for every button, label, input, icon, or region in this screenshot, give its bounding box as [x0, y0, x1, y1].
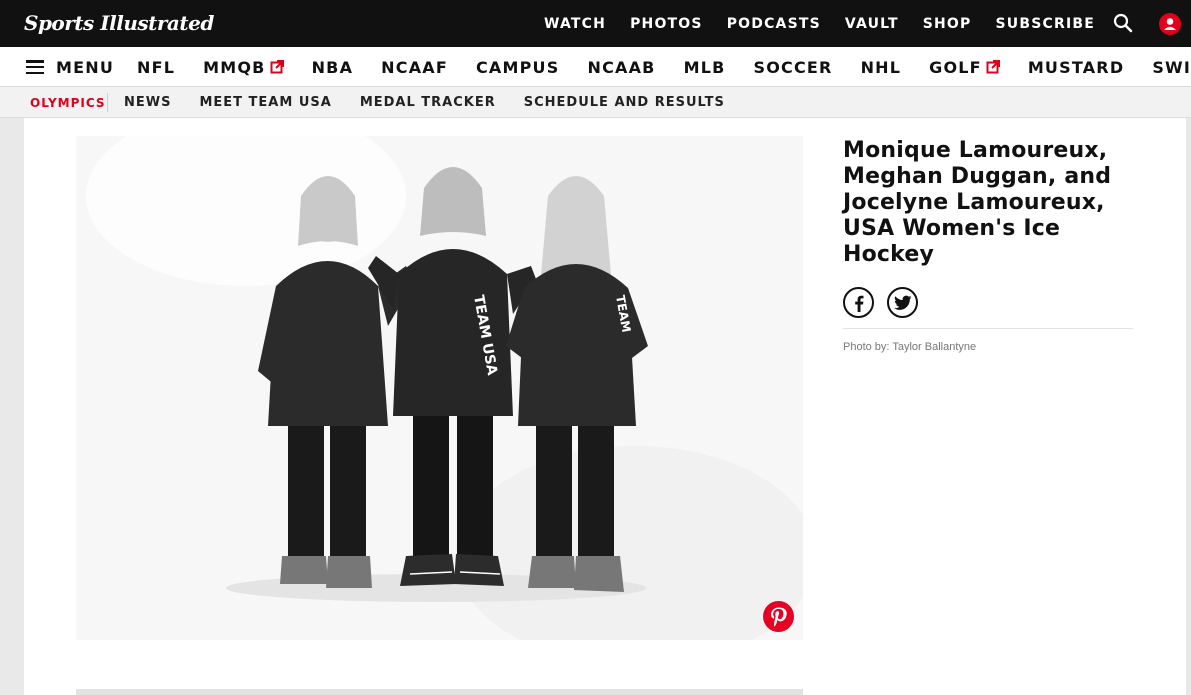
main-nav: MENU NFL MMQB NBA NCAAF CAMPUS NCAAB MLB… [0, 47, 1191, 87]
nav-item-label: MMQB [203, 57, 266, 77]
nav-item-mustard[interactable]: MUSTARD [1028, 58, 1125, 77]
subnav-item-news[interactable]: NEWS [124, 95, 171, 110]
menu-button[interactable]: MENU [26, 56, 114, 78]
facebook-icon[interactable] [843, 287, 874, 318]
olympics-subnav: OLYMPICS NEWS MEET TEAM USA MEDAL TRACKE… [0, 87, 1191, 118]
nav-item-label: MLB [683, 57, 726, 77]
photo-caption-title: Monique Lamoureux, Meghan Duggan, and Jo… [843, 138, 1112, 267]
nav-item-golf[interactable]: GOLF [929, 58, 1000, 77]
nav-item-ncaab[interactable]: NCAAB [587, 58, 655, 77]
site-logo[interactable]: Sports Illustrated [24, 11, 214, 35]
subnav-item-medal-tracker[interactable]: MEDAL TRACKER [360, 95, 496, 110]
nav-item-nba[interactable]: NBA [312, 58, 354, 77]
share-buttons [843, 287, 1133, 318]
nav-item-label: NBA [311, 57, 354, 77]
subnav-section-olympics[interactable]: OLYMPICS [30, 96, 106, 110]
top-bar: Sports Illustrated WATCH PHOTOS PODCASTS… [0, 0, 1191, 47]
subnav-items: NEWS MEET TEAM USA MEDAL TRACKER SCHEDUL… [124, 87, 725, 118]
topnav-photos[interactable]: PHOTOS [630, 16, 703, 32]
nav-item-campus[interactable]: CAMPUS [476, 58, 560, 77]
external-link-icon [270, 60, 284, 74]
hamburger-icon [26, 60, 44, 74]
nav-item-ncaaf[interactable]: NCAAF [381, 58, 448, 77]
photo-credit-label: Photo by: [843, 341, 890, 353]
subnav-divider [107, 93, 108, 112]
gallery-photo[interactable]: TEAM USA TEAM [76, 136, 803, 640]
nav-item-nhl[interactable]: NHL [861, 58, 902, 77]
menu-label: MENU [56, 57, 115, 77]
nav-item-mmqb[interactable]: MMQB [203, 57, 284, 77]
nav-item-label: SWIM [1152, 57, 1191, 77]
topnav-shop[interactable]: SHOP [923, 16, 972, 32]
subnav-item-meet-team-usa[interactable]: MEET TEAM USA [199, 95, 331, 110]
next-gallery-photo [76, 689, 803, 695]
nav-item-label: NFL [137, 57, 176, 77]
topnav-podcasts[interactable]: PODCASTS [727, 16, 821, 32]
nav-item-label: SOCCER [753, 57, 833, 77]
nav-item-label: NHL [860, 57, 902, 77]
search-icon[interactable] [1112, 12, 1134, 34]
topnav-vault[interactable]: VAULT [845, 16, 899, 32]
caption-sidebar: Monique Lamoureux, Meghan Duggan, and Jo… [843, 138, 1133, 353]
twitter-icon[interactable] [887, 287, 918, 318]
nav-item-label: NCAAB [587, 57, 656, 77]
athletes-photo-illustration: TEAM USA TEAM [76, 136, 803, 640]
sidebar-divider [843, 328, 1133, 329]
nav-item-swim[interactable]: SWIM [1152, 58, 1191, 77]
nav-item-label: MUSTARD [1027, 57, 1125, 77]
photo-credit: Photo by: Taylor Ballantyne [843, 341, 1133, 353]
subnav-item-schedule-results[interactable]: SCHEDULE AND RESULTS [524, 95, 725, 110]
nav-item-nfl[interactable]: NFL [137, 58, 175, 77]
external-link-icon [986, 60, 1000, 74]
nav-item-mlb[interactable]: MLB [684, 58, 726, 77]
nav-item-label: CAMPUS [475, 57, 560, 77]
nav-item-label: NCAAF [381, 57, 448, 77]
gallery-content: TEAM USA TEAM Monique Lamoureux, Meghan … [24, 118, 1186, 695]
nav-item-label: GOLF [929, 57, 982, 77]
pinterest-icon[interactable] [763, 601, 794, 632]
sport-nav: NFL MMQB NBA NCAAF CAMPUS NCAAB MLB SOCC… [137, 47, 1191, 87]
user-icon[interactable] [1159, 13, 1181, 35]
top-nav: WATCH PHOTOS PODCASTS VAULT SHOP SUBSCRI… [544, 0, 1095, 47]
topnav-watch[interactable]: WATCH [544, 16, 606, 32]
photo-credit-name[interactable]: Taylor Ballantyne [892, 341, 976, 353]
nav-item-soccer[interactable]: SOCCER [754, 58, 833, 77]
topnav-subscribe[interactable]: SUBSCRIBE [995, 16, 1095, 32]
